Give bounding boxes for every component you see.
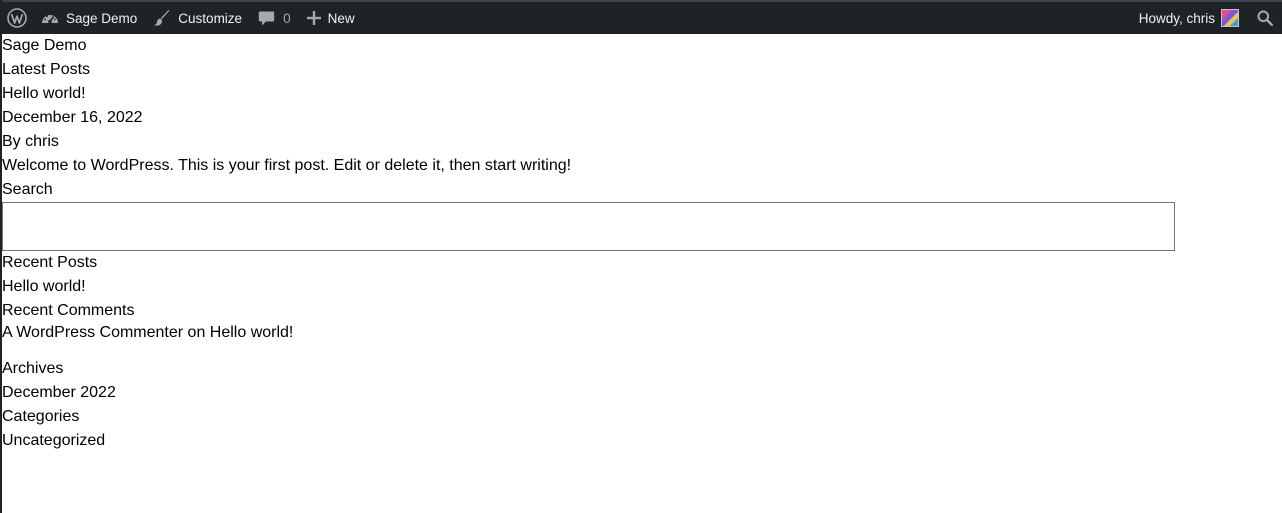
archives-heading: Archives xyxy=(2,360,64,377)
site-title-link[interactable]: Sage Demo xyxy=(2,34,1282,58)
customize-button[interactable]: Customize xyxy=(145,2,250,34)
wordpress-logo-icon xyxy=(7,8,27,28)
latest-posts-heading: Latest Posts xyxy=(2,61,91,78)
recent-post-link[interactable]: Hello world! xyxy=(2,275,1282,299)
site-name-label: Sage Demo xyxy=(66,10,138,26)
customize-label: Customize xyxy=(178,10,243,26)
post-date: December 16, 2022 xyxy=(2,109,143,126)
post-title-link[interactable]: Hello world! xyxy=(2,82,1282,106)
comments-count: 0 xyxy=(283,10,291,26)
wordpress-menu-button[interactable] xyxy=(2,2,33,34)
howdy-label: Howdy, chris xyxy=(1138,10,1215,26)
new-label: New xyxy=(327,10,355,26)
recent-comments-heading: Recent Comments xyxy=(2,302,135,319)
site-name-button[interactable]: Sage Demo xyxy=(33,2,145,34)
search-input[interactable] xyxy=(2,202,1175,251)
dashboard-icon xyxy=(41,10,59,26)
categories-heading: Categories xyxy=(2,408,80,425)
my-account-button[interactable]: Howdy, chris xyxy=(1131,2,1247,34)
comment-icon xyxy=(258,10,275,27)
archive-link[interactable]: December 2022 xyxy=(2,381,1282,405)
recent-comment-item: A WordPress Commenter on Hello world! xyxy=(2,323,1282,343)
recent-posts-heading: Recent Posts xyxy=(2,254,98,271)
category-link[interactable]: Uncategorized xyxy=(2,429,1282,453)
admin-bar-left: Sage Demo Customize 0 New xyxy=(2,2,363,34)
brush-icon xyxy=(153,9,171,27)
page-content: Sage Demo Latest Posts Hello world! Dece… xyxy=(2,34,1282,453)
plus-icon xyxy=(306,11,321,25)
avatar xyxy=(1221,9,1239,27)
comments-button[interactable]: 0 xyxy=(250,2,299,34)
search-icon xyxy=(1257,10,1273,26)
comment-post-link[interactable]: Hello world! xyxy=(210,324,294,341)
browser-viewport: Sage Demo Customize 0 New Howdy, chris S… xyxy=(0,0,1282,513)
post-excerpt: Welcome to WordPress. This is your first… xyxy=(2,157,572,174)
admin-bar-right: Howdy, chris xyxy=(1131,2,1282,34)
post-byline: By chris xyxy=(2,133,59,150)
new-content-button[interactable]: New xyxy=(299,2,363,34)
wp-admin-bar: Sage Demo Customize 0 New Howdy, chris xyxy=(2,0,1282,34)
search-label: Search xyxy=(2,181,53,198)
comment-author-link[interactable]: A WordPress Commenter xyxy=(2,324,183,341)
comment-on-text: on xyxy=(183,324,210,341)
admin-bar-search-button[interactable] xyxy=(1247,2,1282,34)
